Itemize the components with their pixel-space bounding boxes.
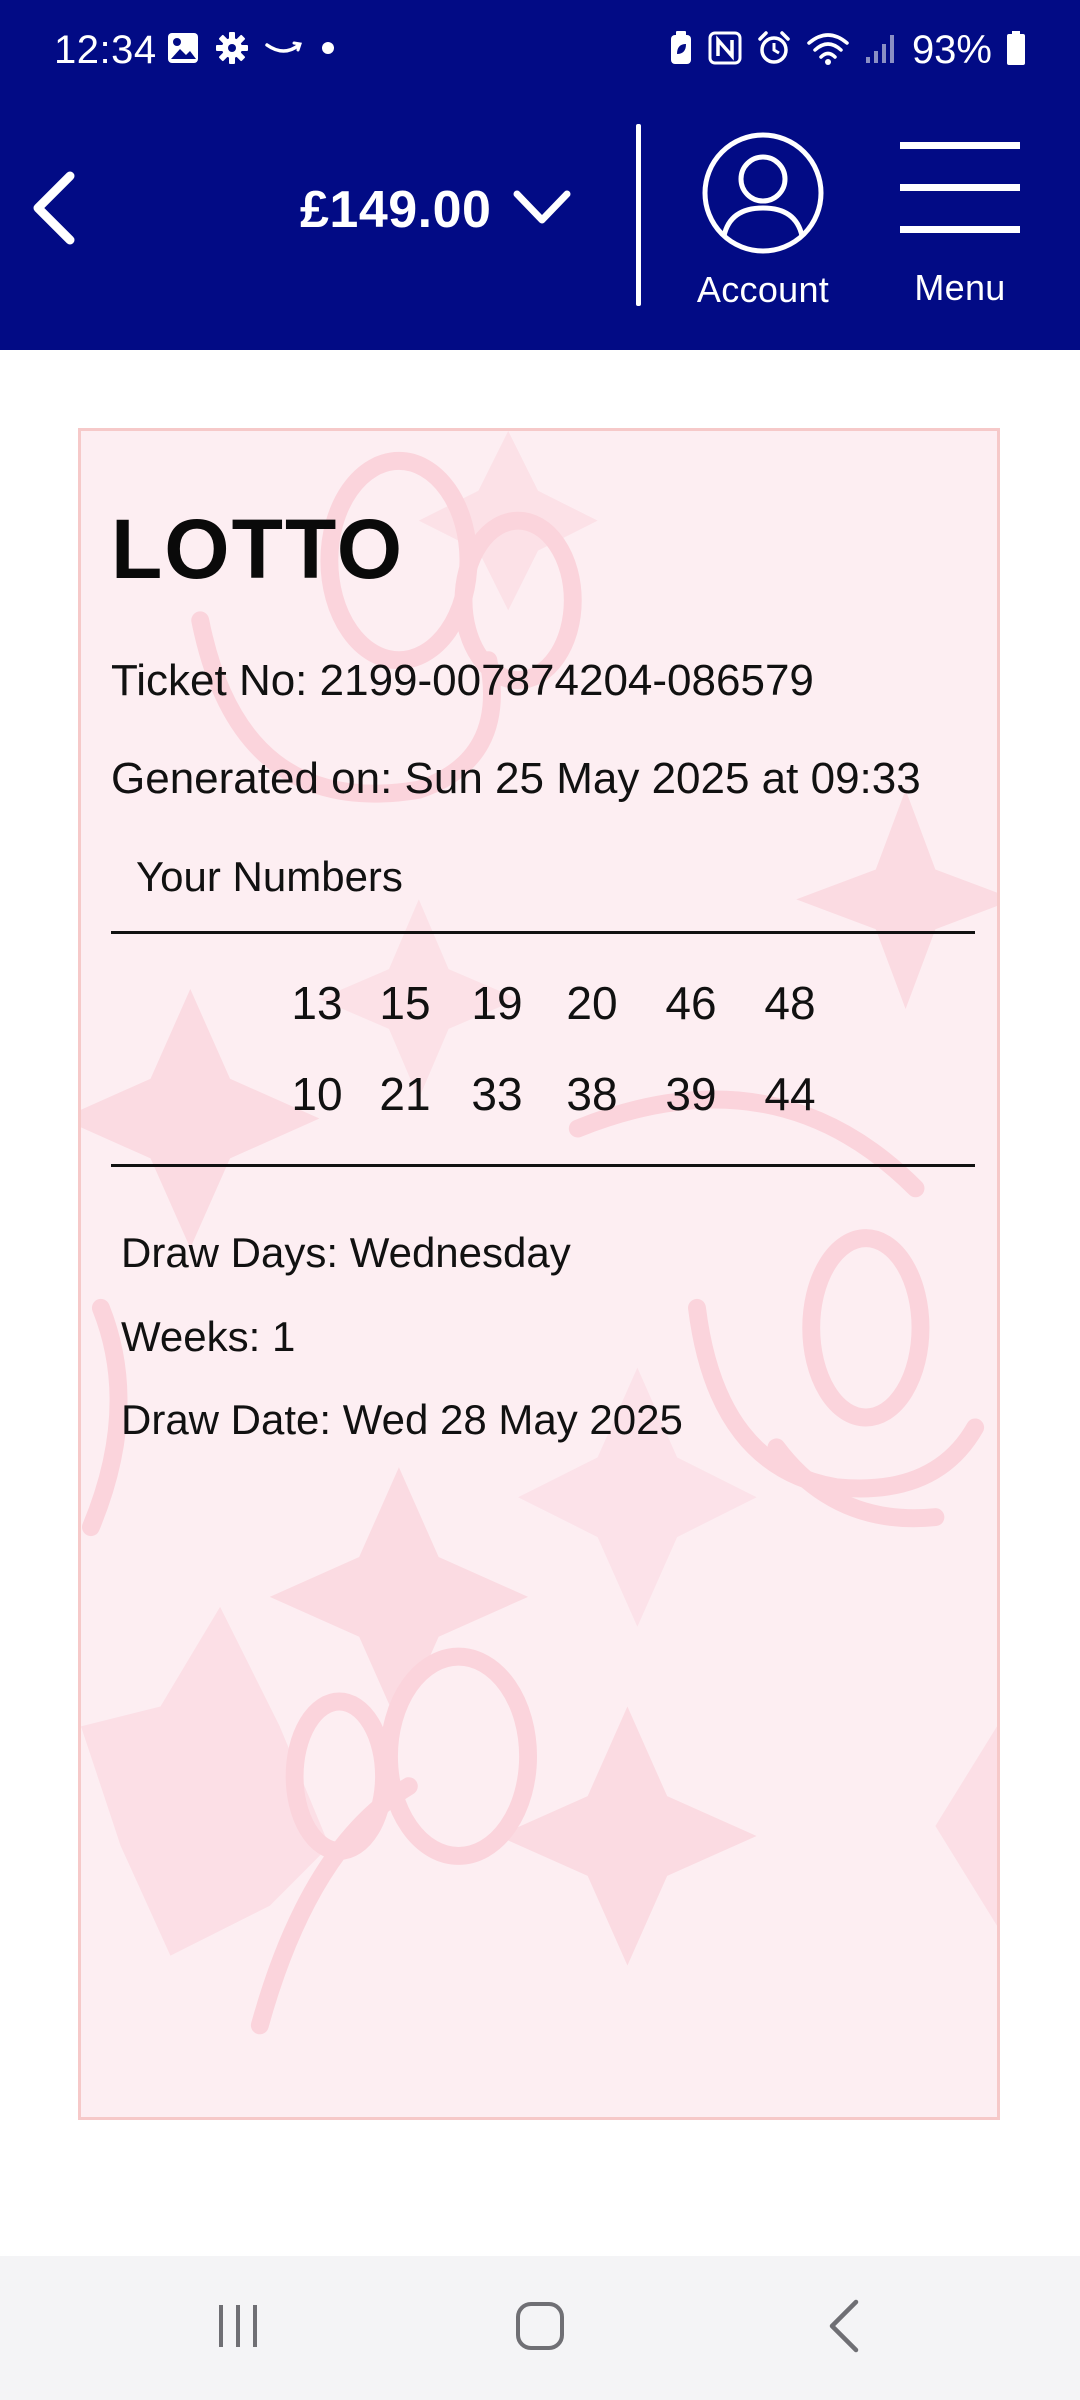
chevron-down-icon <box>513 188 571 233</box>
lotto-number: 20 <box>566 977 618 1029</box>
lotto-number: 13 <box>291 977 343 1029</box>
lotto-number: 39 <box>665 1068 717 1120</box>
system-navigation-bar <box>0 2256 1080 2400</box>
wifi-icon <box>806 30 850 71</box>
back-icon <box>824 2298 864 2359</box>
nfc-icon <box>708 31 742 70</box>
your-numbers-label: Your Numbers <box>136 853 403 900</box>
alarm-icon <box>756 30 792 71</box>
back-button[interactable] <box>14 160 94 260</box>
lotto-number: 46 <box>665 977 717 1029</box>
generated-on: Generated on: Sun 25 May 2025 at 09:33 <box>111 754 921 803</box>
number-line: 10 21 33 38 39 44 <box>81 1067 997 1127</box>
lotto-number: 10 <box>291 1068 343 1120</box>
recent-apps-icon <box>213 2301 263 2356</box>
lotto-number: 19 <box>471 977 523 1029</box>
menu-label: Menu <box>914 267 1006 308</box>
account-icon <box>700 130 826 261</box>
status-system-icons: 93% <box>668 24 1026 76</box>
status-time: 12:34 <box>54 28 157 72</box>
hamburger-menu-icon <box>898 130 1022 259</box>
numbers-divider-bottom <box>111 1164 975 1167</box>
numbers-divider-top <box>111 931 975 934</box>
recent-apps-button[interactable] <box>198 2292 278 2364</box>
account-balance: £149.00 <box>300 181 492 239</box>
lotto-number: 44 <box>764 1068 816 1120</box>
header-divider <box>636 124 641 306</box>
lotto-number: 15 <box>379 977 431 1029</box>
home-button[interactable] <box>500 2292 580 2364</box>
dot-icon <box>318 38 338 63</box>
battery-icon <box>1006 30 1026 71</box>
amazon-smile-icon <box>264 33 304 68</box>
app-header: £149.00 Account Menu <box>0 100 1080 350</box>
status-notification-icons <box>166 30 338 71</box>
ticket-card: LOTTO Ticket No: 2199-007874204-086579 G… <box>78 428 1000 2120</box>
signal-icon <box>864 31 898 70</box>
balance-dropdown[interactable]: £149.00 <box>300 170 571 250</box>
menu-button[interactable]: Menu <box>880 130 1040 310</box>
weeks: Weeks: 1 <box>121 1313 296 1360</box>
status-bar: 12:34 93% <box>0 0 1080 100</box>
lotto-number: 21 <box>379 1068 431 1120</box>
lotto-number: 33 <box>471 1068 523 1120</box>
draw-date: Draw Date: Wed 28 May 2025 <box>121 1396 683 1443</box>
game-title: LOTTO <box>111 502 405 596</box>
lotto-number: 48 <box>764 977 816 1029</box>
home-icon <box>514 2300 566 2357</box>
battery-percentage: 93% <box>911 28 992 72</box>
image-icon <box>166 31 200 70</box>
account-label: Account <box>696 269 830 310</box>
ticket-number: Ticket No: 2199-007874204-086579 <box>111 656 814 705</box>
system-back-button[interactable] <box>804 2292 884 2364</box>
battery-saver-icon <box>668 30 694 71</box>
gear-icon <box>214 30 250 71</box>
number-line: 13 15 19 20 46 48 <box>81 976 997 1036</box>
chevron-left-icon <box>28 168 80 253</box>
account-button[interactable]: Account <box>680 130 846 310</box>
lotto-number: 38 <box>566 1068 618 1120</box>
draw-days: Draw Days: Wednesday <box>121 1229 571 1276</box>
